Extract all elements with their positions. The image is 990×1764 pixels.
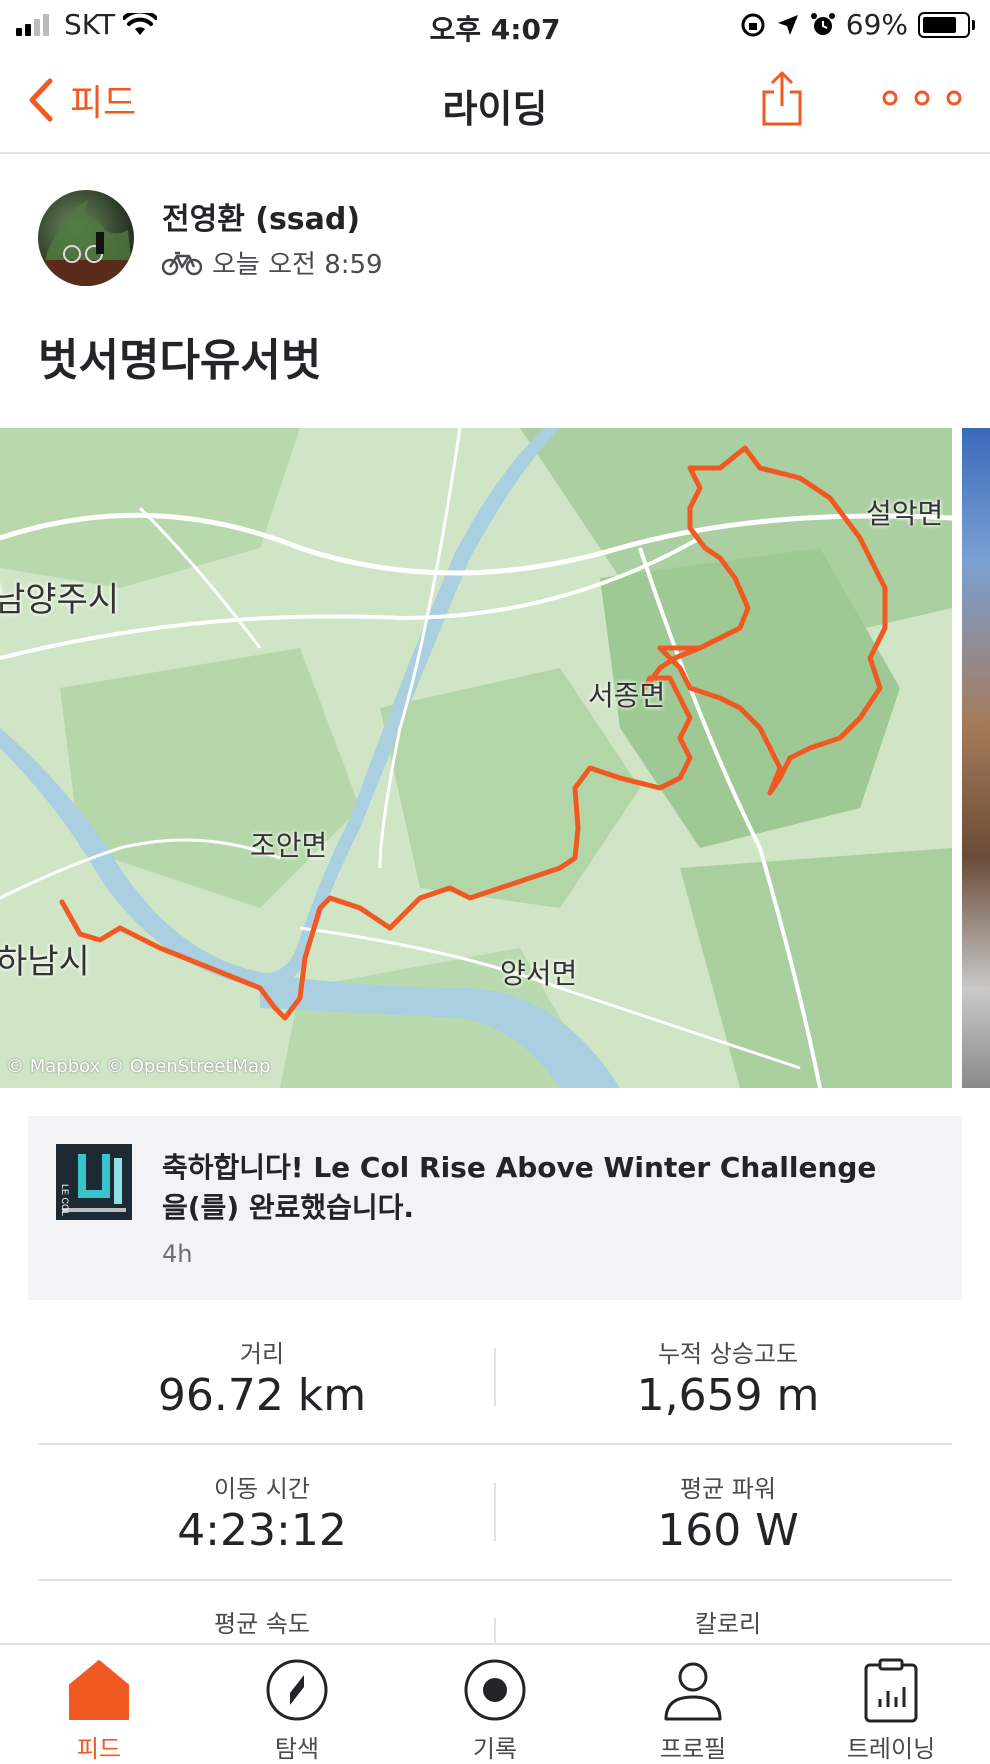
stat-moving-time-label: 이동 시간: [214, 1475, 310, 1503]
battery-percent: 69%: [845, 8, 908, 41]
bike-icon: [162, 251, 202, 275]
stat-elevation-value: 1,659 m: [636, 1370, 820, 1421]
stat-row-divider: [38, 1443, 952, 1445]
map-terrain: [0, 428, 952, 1088]
stat-power-value: 160 W: [657, 1505, 799, 1556]
more-icon: [882, 90, 962, 106]
home-icon: [69, 1660, 129, 1720]
stat-row-divider: [38, 1579, 952, 1581]
compass-icon: [266, 1659, 328, 1721]
author-name[interactable]: 전영환 (ssad): [162, 194, 360, 238]
record-icon: [464, 1659, 526, 1721]
activity-title: 벗서명다유서벗: [38, 335, 322, 386]
stat-divider: [494, 1618, 496, 1644]
battery-icon: [918, 11, 975, 38]
challenge-card[interactable]: LE COL 축하합니다! Le Col Rise Above Winter C…: [28, 1116, 962, 1300]
tab-training-label: 트레이닝: [846, 1735, 936, 1763]
avatar[interactable]: [38, 190, 134, 286]
profile-icon: [664, 1662, 722, 1721]
challenge-time: 4h: [162, 1240, 193, 1268]
training-icon: [864, 1658, 918, 1723]
le-col-logo: LE COL: [56, 1144, 132, 1220]
tab-record-label: 기록: [472, 1735, 518, 1763]
stat-distance-label: 거리: [239, 1340, 285, 1368]
tab-feed[interactable]: 피드: [0, 1657, 198, 1764]
stat-avg-speed-label: 평균 속도: [214, 1610, 310, 1638]
tab-profile[interactable]: 프로필: [594, 1657, 792, 1764]
tab-feed-label: 피드: [76, 1735, 122, 1763]
activity-timestamp: 오늘 오전 8:59: [212, 250, 383, 280]
tab-explore-label: 탐색: [274, 1735, 320, 1763]
page-title: 라이딩: [442, 87, 548, 131]
more-options-button[interactable]: [880, 88, 964, 112]
stat-divider: [494, 1483, 496, 1541]
map-label-namyangju: 남양주시: [0, 580, 120, 620]
tab-bar: 피드 탐색 기록 프로필 트레이닝: [0, 1643, 990, 1764]
stat-elevation-label: 누적 상승고도: [657, 1340, 799, 1368]
stat-moving-time-value: 4:23:12: [177, 1505, 347, 1556]
share-icon: [762, 71, 802, 126]
challenge-message: 축하합니다! Le Col Rise Above Winter Challeng…: [162, 1151, 877, 1224]
map-label-yangseo: 양서면: [500, 957, 578, 990]
map-label-joan: 조안면: [250, 829, 328, 862]
tab-training[interactable]: 트레이닝: [792, 1657, 990, 1764]
map-label-seojong: 서종면: [588, 679, 666, 712]
activity-photo-peek[interactable]: [962, 428, 990, 1088]
stat-power-label: 평균 파워: [680, 1475, 776, 1503]
status-right: 69%: [740, 8, 975, 41]
tab-profile-label: 프로필: [659, 1735, 727, 1763]
challenge-badge: LE COL: [56, 1144, 132, 1220]
navigation-bar: 피드 라이딩: [0, 52, 990, 154]
tab-record[interactable]: 기록: [396, 1657, 594, 1764]
tab-explore[interactable]: 탐색: [198, 1657, 396, 1764]
share-button[interactable]: [760, 70, 804, 132]
map-label-hanam: 하남시: [0, 942, 90, 982]
stat-calories-label: 칼로리: [694, 1610, 762, 1638]
map-label-seorak: 설악면: [866, 497, 944, 530]
status-bar: SKT 오후 4:07 69%: [0, 0, 990, 50]
avatar-photo: [38, 200, 134, 286]
map-attribution[interactable]: © Mapbox © OpenStreetMap: [6, 1056, 270, 1077]
activity-meta: 오늘 오전 8:59: [162, 244, 383, 281]
stat-divider: [494, 1348, 496, 1406]
orientation-lock-icon: [741, 13, 765, 36]
location-icon: [777, 14, 798, 35]
route-map[interactable]: 설악면 남양주시 서종면 조안면 하남시 양서면: [0, 428, 952, 1088]
stat-distance-value: 96.72 km: [157, 1370, 367, 1421]
alarm-icon: [810, 12, 835, 35]
